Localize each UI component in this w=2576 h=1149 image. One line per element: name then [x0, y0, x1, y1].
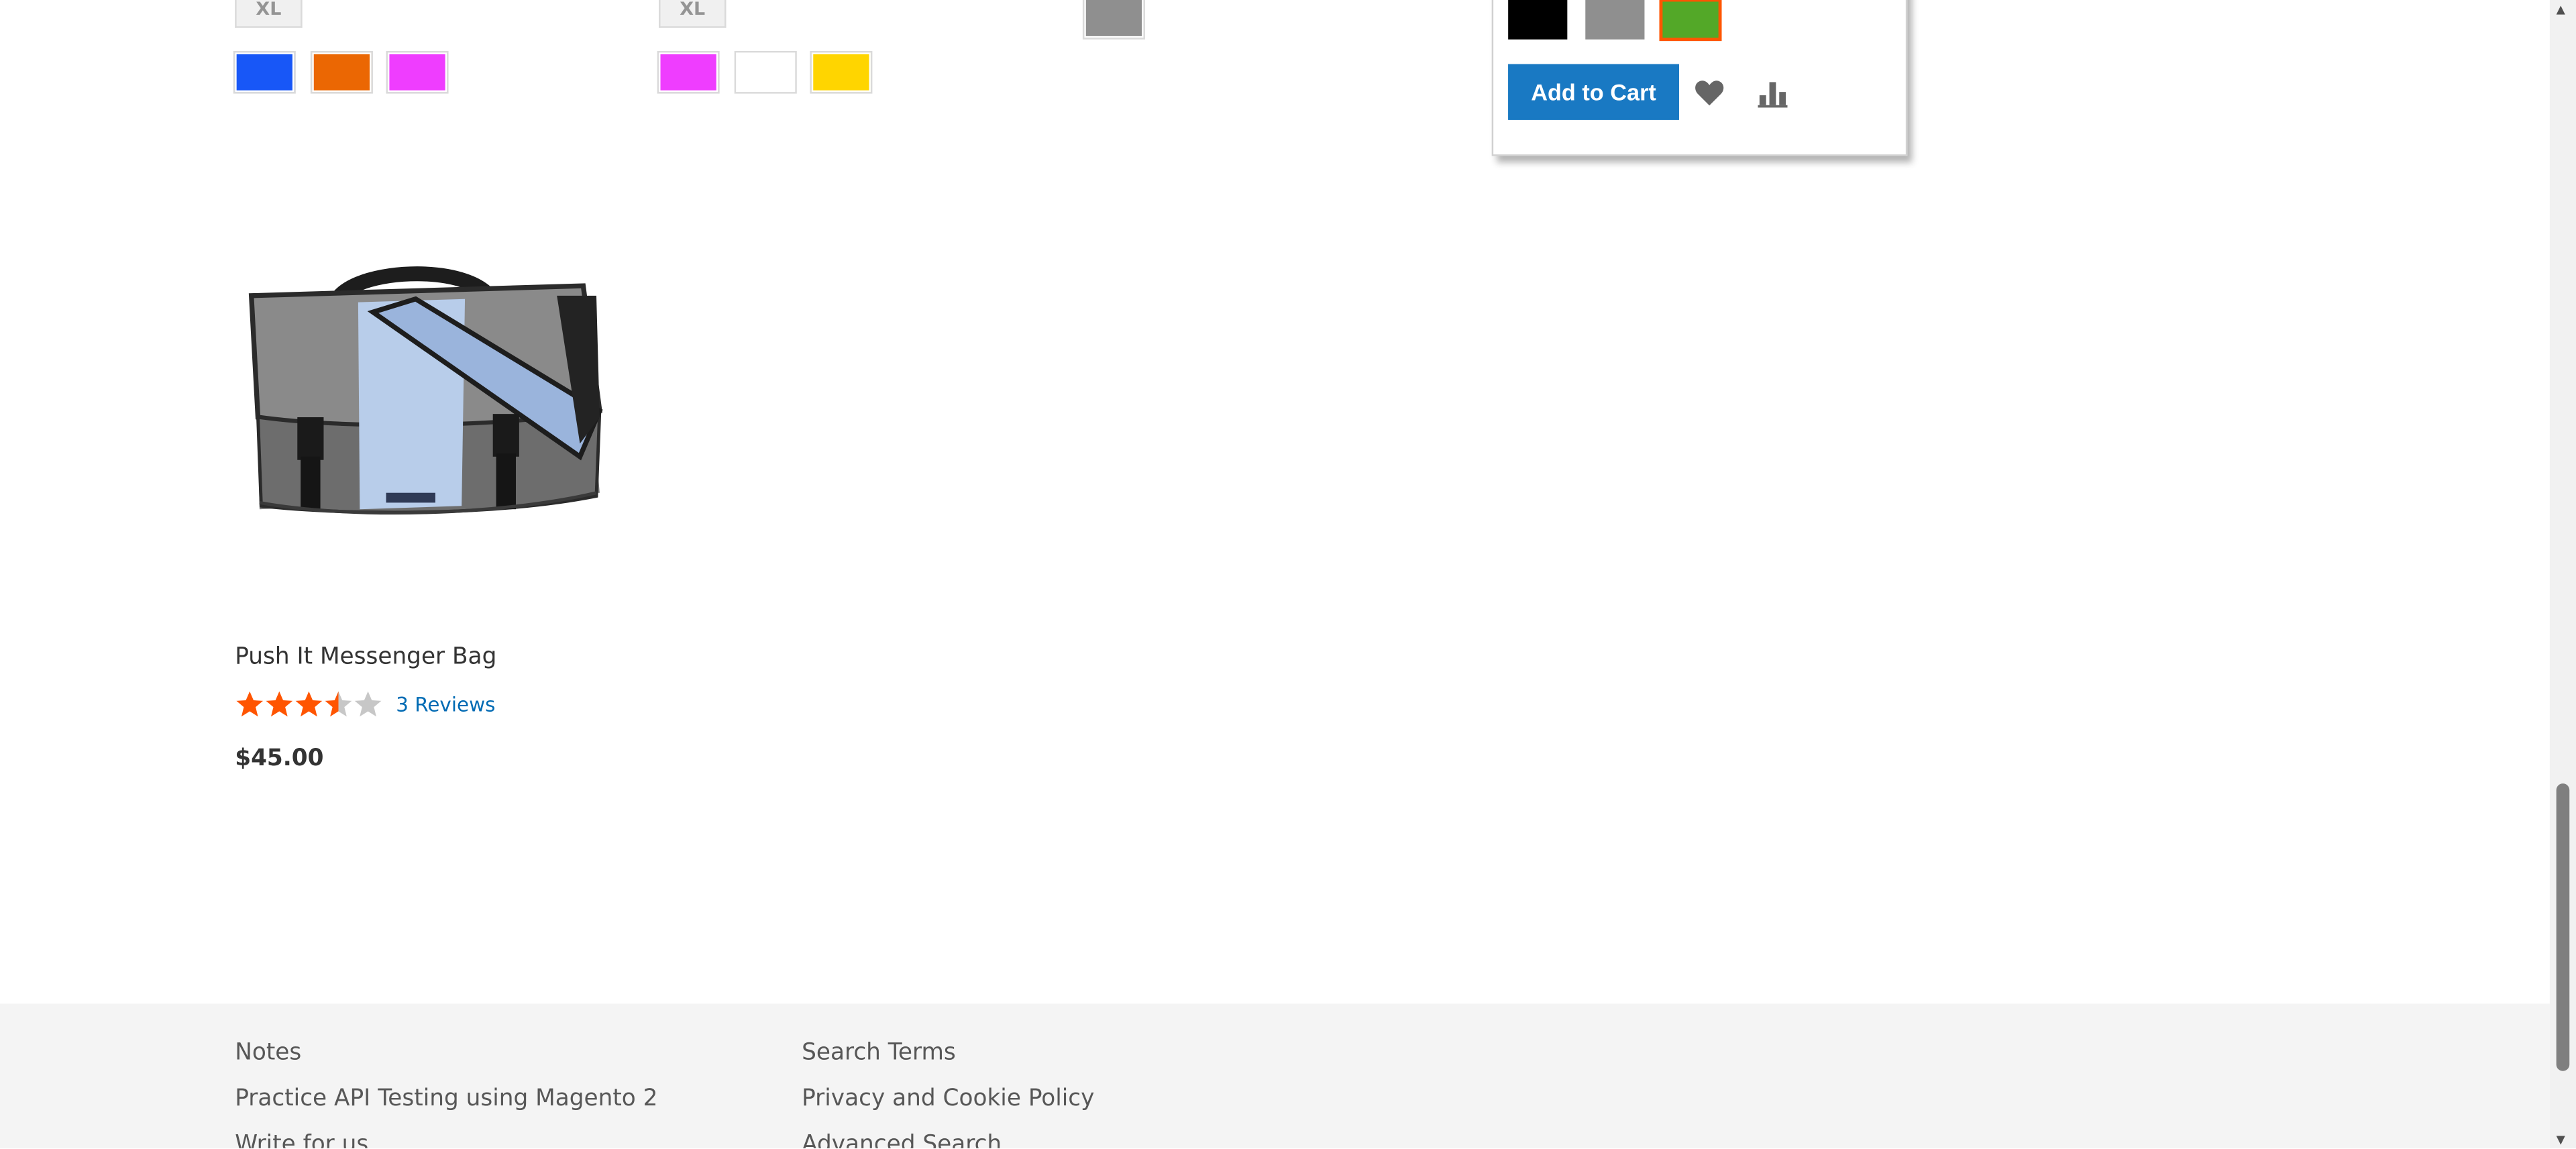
footer-link-privacy-policy[interactable]: Privacy and Cookie Policy — [802, 1086, 1094, 1112]
footer: Notes Practice API Testing using Magento… — [0, 1003, 2550, 1148]
color-swatch-green-selected[interactable] — [1658, 0, 1724, 43]
footer-link-write-for-us[interactable]: Write for us — [235, 1132, 368, 1148]
color-swatch-gray[interactable] — [1585, 0, 1645, 40]
color-swatch-purple[interactable] — [386, 50, 449, 94]
color-swatch-yellow[interactable] — [810, 50, 873, 94]
color-swatch-blue[interactable] — [233, 50, 296, 94]
color-swatch-black[interactable] — [1508, 0, 1568, 40]
star-icon — [266, 691, 293, 717]
scrollbar-thumb[interactable] — [2556, 783, 2570, 1071]
compare-bars-icon[interactable] — [1758, 79, 1788, 115]
star-empty-icon — [354, 691, 382, 717]
add-to-cart-button[interactable]: Add to Cart — [1508, 64, 1679, 120]
size-option-xl[interactable]: XL — [659, 0, 727, 28]
half-star-icon — [325, 691, 352, 717]
size-option-xl[interactable]: XL — [235, 0, 303, 28]
product-image-link[interactable] — [235, 246, 612, 542]
star-icon — [295, 691, 323, 717]
footer-link-search-terms[interactable]: Search Terms — [802, 1040, 956, 1066]
page: XL XL Add to Cart Push It Messenger Bag … — [0, 0, 2576, 1148]
product-name-link[interactable]: Push It Messenger Bag — [235, 644, 496, 670]
scroll-down-arrow-icon[interactable]: ▼ — [2557, 1134, 2565, 1147]
product-price: $45.00 — [235, 745, 324, 773]
color-swatch-orange[interactable] — [310, 50, 373, 94]
footer-link-practice-api[interactable]: Practice API Testing using Magento 2 — [235, 1086, 657, 1112]
color-swatch-white[interactable] — [734, 50, 797, 94]
footer-link-advanced-search[interactable]: Advanced Search — [802, 1132, 1002, 1148]
star-icon — [236, 691, 264, 717]
rating-stars — [235, 690, 382, 720]
scroll-up-arrow-icon[interactable]: ▲ — [2557, 3, 2565, 17]
heart-icon[interactable] — [1694, 79, 1725, 113]
color-swatch-purple[interactable] — [657, 50, 720, 94]
color-swatch-gray[interactable] — [1082, 0, 1145, 40]
messenger-bag-image — [248, 266, 603, 515]
footer-link-notes[interactable]: Notes — [235, 1040, 301, 1066]
reviews-link[interactable]: 3 Reviews — [396, 693, 495, 716]
